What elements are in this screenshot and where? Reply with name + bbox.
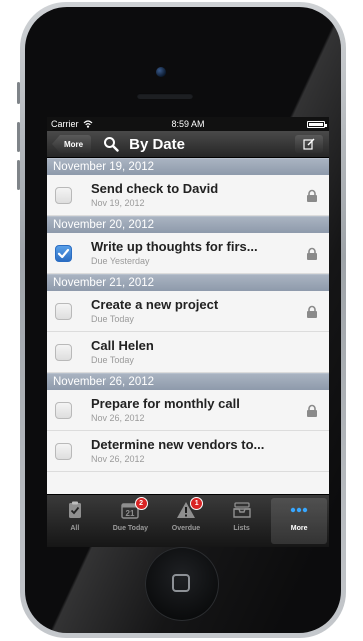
task-title: Send check to David	[91, 181, 219, 196]
task-checkbox[interactable]	[55, 344, 72, 361]
tab-label: Lists	[233, 525, 250, 532]
due-today-badge: 2	[134, 497, 148, 510]
home-button[interactable]	[145, 547, 219, 621]
task-title: Prepare for monthly call	[91, 396, 240, 411]
task-date: Nov 19, 2012	[91, 198, 145, 208]
task-date: Nov 26, 2012	[91, 413, 145, 423]
tab-overdue[interactable]: 1 Overdue	[158, 495, 214, 547]
battery-icon	[307, 120, 327, 128]
compose-button[interactable]	[295, 135, 323, 153]
task-list: November 19, 2012 Send check to David No…	[47, 158, 329, 495]
front-camera	[156, 67, 166, 77]
lock-icon	[307, 404, 317, 417]
task-checkbox-checked[interactable]	[55, 245, 72, 262]
compose-icon	[303, 138, 315, 150]
tab-label: Overdue	[171, 525, 201, 532]
task-title: Determine new vendors to...	[91, 437, 265, 452]
earpiece-speaker	[137, 93, 193, 99]
task-date: Due Yesterday	[91, 256, 150, 266]
task-title: Create a new project	[91, 297, 219, 312]
calendar-day: 21	[126, 509, 135, 518]
lock-icon	[307, 189, 317, 202]
tab-more[interactable]: More	[271, 498, 327, 544]
task-checkbox[interactable]	[55, 443, 72, 460]
section-header: November 19, 2012	[47, 158, 329, 175]
section-header: November 20, 2012	[47, 216, 329, 233]
more-dots-icon	[290, 507, 308, 513]
navigation-bar: More By Date	[47, 131, 329, 158]
task-date: Nov 26, 2012	[91, 454, 145, 464]
carrier-label: Carrier	[51, 119, 79, 129]
task-title: Call Helen	[91, 338, 154, 353]
page-title: By Date	[129, 135, 185, 153]
task-checkbox[interactable]	[55, 187, 72, 204]
device-front: Carrier 8:59 AM More By Date November 19…	[25, 7, 341, 633]
tab-label: Due Today	[112, 525, 149, 532]
app-screen: Carrier 8:59 AM More By Date November 19…	[47, 117, 329, 547]
task-row[interactable]: Create a new project Due Today	[47, 291, 329, 332]
mute-switch	[17, 82, 20, 104]
task-checkbox[interactable]	[55, 303, 72, 320]
wifi-icon	[83, 120, 92, 128]
status-bar: Carrier 8:59 AM	[47, 117, 329, 131]
inbox-tray-icon	[232, 502, 251, 518]
overdue-badge: 1	[190, 497, 204, 510]
lock-icon	[307, 247, 317, 260]
task-row[interactable]: Write up thoughts for firs... Due Yester…	[47, 233, 329, 274]
task-row[interactable]: Determine new vendors to... Nov 26, 2012	[47, 431, 329, 472]
task-checkbox[interactable]	[55, 402, 72, 419]
search-icon[interactable]	[103, 136, 119, 152]
section-header: November 26, 2012	[47, 373, 329, 390]
task-date: Due Today	[91, 314, 134, 324]
task-title: Write up thoughts for firs...	[91, 239, 258, 254]
tab-all[interactable]: All	[47, 495, 103, 547]
checkmark-icon	[57, 248, 70, 259]
iphone-device: Carrier 8:59 AM More By Date November 19…	[17, 2, 346, 638]
task-row[interactable]: Send check to David Nov 19, 2012	[47, 175, 329, 216]
task-date: Due Today	[91, 355, 134, 365]
tab-lists[interactable]: Lists	[214, 495, 270, 547]
task-row[interactable]: Prepare for monthly call Nov 26, 2012	[47, 390, 329, 431]
section-header: November 21, 2012	[47, 274, 329, 291]
clipboard-icon	[68, 501, 81, 518]
tab-label: All	[70, 525, 80, 532]
tab-bar: All 21 2 Due Today 1 Overdue Lists More	[47, 494, 329, 547]
status-time: 8:59 AM	[171, 119, 205, 129]
back-button[interactable]: More	[52, 135, 92, 153]
volume-up-button	[17, 122, 20, 152]
tab-due-today[interactable]: 21 2 Due Today	[103, 495, 159, 547]
task-row[interactable]: Call Helen Due Today	[47, 332, 329, 373]
volume-down-button	[17, 160, 20, 190]
home-square-icon	[172, 574, 190, 592]
tab-label: More	[290, 525, 308, 532]
lock-icon	[307, 305, 317, 318]
